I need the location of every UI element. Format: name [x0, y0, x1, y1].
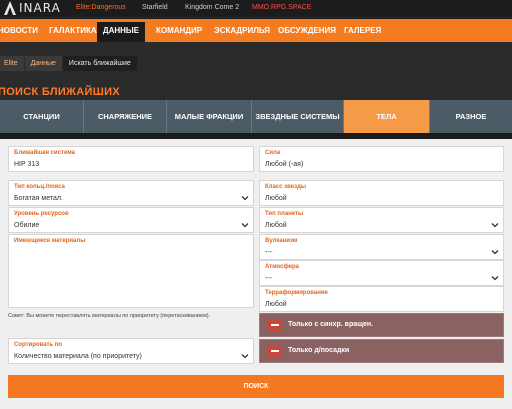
chevron-down-icon [491, 276, 499, 281]
nav-galaxy[interactable]: ГАЛАКТИКА [47, 19, 99, 42]
top-link-elite[interactable]: Elite:Dangerous [76, 4, 126, 11]
atmosphere-label: Атмосфера [265, 264, 299, 270]
tab-bodies[interactable]: ТЕЛА [343, 100, 429, 133]
breadcrumb-elite[interactable]: Elite [0, 56, 24, 71]
category-tabs: СТАНЦИИ СНАРЯЖЕНИЕ МАЛЫЕ ФРАКЦИИ ЗВЕЗДНЫ… [0, 100, 512, 133]
inara-logo-icon [4, 1, 16, 15]
ring-type-label: Тип кольц./пояса [14, 184, 65, 190]
planet-type-label: Тип планеты [265, 211, 304, 217]
star-class-value: Любой [265, 195, 287, 202]
nearest-system-field[interactable]: Ближайшая система HIP 313 [8, 146, 254, 172]
breadcrumb: Elite Данные Искать ближайшие [0, 56, 138, 71]
nearest-system-label: Ближайшая система [14, 150, 75, 156]
tab-misc[interactable]: РАЗНОЕ [429, 100, 512, 133]
materials-hint: Совет: Вы можете переставлять материалы … [8, 313, 211, 319]
brand-name: INARA [19, 1, 61, 15]
force-value: Любой (-ая) [265, 161, 304, 168]
nav-gallery[interactable]: ГАЛЕРЕЯ [342, 19, 383, 42]
resource-level-label: Уровень ресурсов [14, 211, 69, 217]
resource-level-value: Обилие [14, 222, 40, 229]
tab-outfitting[interactable]: СНАРЯЖЕНИЕ [83, 100, 166, 133]
nav-squadron[interactable]: ЭСКАДРИЛЬЯ [212, 19, 272, 42]
toggle-off-icon [268, 319, 282, 332]
atmosphere-value: --- [265, 275, 272, 282]
force-select[interactable]: Сила Любой (-ая) [259, 146, 504, 172]
terraforming-select[interactable]: Терраформирование Любой [259, 286, 504, 312]
volcanism-value: --- [265, 249, 272, 256]
landable-only-toggle[interactable]: Только д/посадки [259, 339, 504, 363]
tab-minor-factions[interactable]: МАЛЫЕ ФРАКЦИИ [166, 100, 251, 133]
top-link-starfield[interactable]: Starfield [142, 4, 168, 11]
top-link-mmorpg-space[interactable]: MMO.RPG.SPACE [252, 4, 311, 11]
planet-type-select[interactable]: Тип планеты Любой [259, 207, 504, 233]
terraforming-value: Любой [265, 301, 287, 308]
chevron-down-icon [241, 196, 249, 201]
nav-discussions[interactable]: ОБСУЖДЕНИЯ [276, 19, 338, 42]
tab-star-systems[interactable]: ЗВЕЗДНЫЕ СИСТЕМЫ [251, 100, 343, 133]
star-class-select[interactable]: Класс звезды Любой [259, 180, 504, 206]
chevron-down-icon [491, 250, 499, 255]
toggle-off-icon [268, 345, 282, 358]
landable-only-label: Только д/посадки [288, 347, 350, 354]
chevron-down-icon [241, 223, 249, 228]
sync-rotation-label: Только с синхр. вращен. [288, 321, 374, 328]
page-title: ПОИСК БЛИЖАЙШИХ [0, 86, 120, 98]
breadcrumb-data[interactable]: Данные [24, 56, 62, 71]
terraforming-label: Терраформирование [265, 290, 328, 296]
force-label: Сила [265, 150, 281, 156]
chevron-down-icon [491, 223, 499, 228]
materials-label: Имеющиеся материалы [14, 238, 86, 244]
sort-by-value: Количество материала (по приоритету) [14, 353, 142, 360]
volcanism-label: Вулканизм [265, 238, 298, 244]
nearest-system-value: HIP 313 [14, 161, 40, 168]
search-button[interactable]: ПОИСК [8, 375, 504, 398]
sort-by-select[interactable]: Сортировать по Количество материала (по … [8, 338, 254, 364]
nav-data[interactable]: ДАННЫЕ [97, 19, 145, 42]
planet-type-value: Любой [265, 222, 287, 229]
nav-news[interactable]: НОВОСТИ [0, 19, 40, 42]
materials-field[interactable]: Имеющиеся материалы [8, 234, 254, 308]
volcanism-select[interactable]: Вулканизм --- [259, 234, 504, 260]
star-class-label: Класс звезды [265, 184, 306, 190]
tab-stations[interactable]: СТАНЦИИ [0, 100, 83, 133]
inara-logo[interactable]: INARA [4, 1, 61, 15]
ring-type-select[interactable]: Тип кольц./пояса Богатая метал. [8, 180, 254, 206]
sort-by-label: Сортировать по [14, 342, 63, 348]
main-nav: НОВОСТИ ГАЛАКТИКА ДАННЫЕ КОМАНДИР ЭСКАДР… [0, 19, 512, 42]
chevron-down-icon [241, 354, 249, 359]
nav-commander[interactable]: КОМАНДИР [154, 19, 204, 42]
top-bar: INARA Elite:Dangerous Starfield Kingdom … [0, 0, 512, 18]
atmosphere-select[interactable]: Атмосфера --- [259, 260, 504, 286]
resource-level-select[interactable]: Уровень ресурсов Обилие [8, 207, 254, 233]
ring-type-value: Богатая метал. [14, 195, 63, 202]
top-link-kingdom-come[interactable]: Kingdom Come 2 [185, 4, 239, 11]
breadcrumb-current: Искать ближайшие [62, 56, 137, 71]
sync-rotation-toggle[interactable]: Только с синхр. вращен. [259, 313, 504, 337]
